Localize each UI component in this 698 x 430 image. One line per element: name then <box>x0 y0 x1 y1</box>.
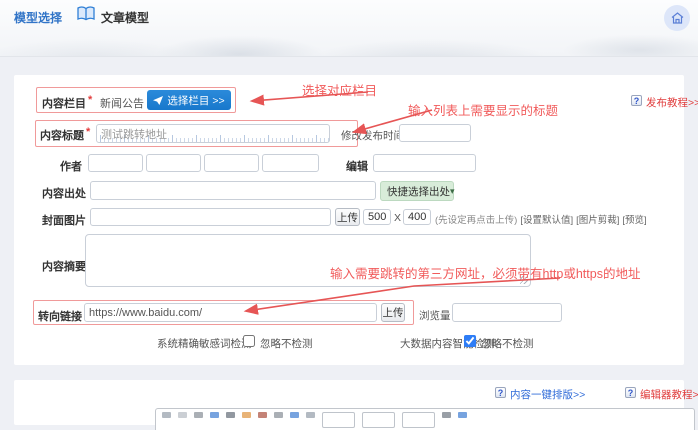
redirect-label: 转向链接 <box>38 308 82 324</box>
select-column-button[interactable]: 选择栏目 >> <box>147 90 231 110</box>
toolbar-dropdown[interactable] <box>402 412 435 428</box>
title-input[interactable] <box>96 124 330 143</box>
author-input-2[interactable] <box>146 154 201 172</box>
quick-source-select[interactable]: 快捷选择出处 ▾ <box>380 181 454 201</box>
views-label: 浏览量 <box>419 308 451 323</box>
book-icon <box>77 6 95 22</box>
home-button[interactable] <box>664 5 690 31</box>
toolbar-icon-fragment[interactable] <box>226 412 235 418</box>
question-icon: ? <box>495 387 506 398</box>
title-annotation: 输入列表上需要显示的标题 <box>408 100 558 119</box>
redirect-upload-button[interactable]: 上传 <box>381 303 405 322</box>
set-default-link[interactable]: [设置默认值] <box>520 215 573 226</box>
tab-model-select[interactable]: 模型选择 <box>14 9 62 26</box>
toolbar-icon-fragment[interactable] <box>242 412 251 418</box>
tab-article-model[interactable]: 文章模型 <box>101 9 149 26</box>
cover-hint: (先设定再点击上传)[设置默认值][图片剪裁][预览] <box>435 212 647 226</box>
bigdata-ignore-checkbox[interactable] <box>464 335 476 347</box>
toolbar-icon-fragment[interactable] <box>210 412 219 418</box>
toolbar-icon-fragment[interactable] <box>178 412 187 418</box>
one-click-format-link[interactable]: 内容一键排版>> <box>510 387 585 402</box>
redirect-annotation: 输入需要跳转的第三方网址，必须带有http或https的地址 <box>330 263 640 282</box>
author-input-4[interactable] <box>262 154 319 172</box>
top-header: 模型选择 文章模型 <box>0 0 698 57</box>
question-icon: ? <box>631 95 642 106</box>
publish-time-label: 修改发布时间: <box>341 128 407 143</box>
title-label: 内容标题 <box>40 127 84 143</box>
views-input[interactable] <box>452 303 562 322</box>
cover-input[interactable] <box>90 208 331 226</box>
image-crop-link[interactable]: [图片剪裁] <box>576 215 619 226</box>
sensitive-check-label: 系统精确敏感词检测: <box>157 336 254 351</box>
toolbar-icon-fragment[interactable] <box>194 412 203 418</box>
source-label: 内容出处 <box>30 185 86 201</box>
cover-height-input[interactable] <box>403 209 431 225</box>
summary-label: 内容摘要 <box>30 258 86 274</box>
sensitive-ignore-checkbox[interactable] <box>243 335 255 347</box>
editor-toolbar[interactable] <box>155 408 695 430</box>
toolbar-dropdown[interactable] <box>322 412 355 428</box>
cover-label: 封面图片 <box>30 212 86 228</box>
cover-hint-text: (先设定再点击上传) <box>435 215 517 226</box>
editor-label: 编辑 <box>332 158 368 174</box>
toolbar-icon-fragment[interactable] <box>290 412 299 418</box>
toolbar-icon-fragment[interactable] <box>258 412 267 418</box>
toolbar-icon-fragment[interactable] <box>162 412 171 418</box>
publish-time-input[interactable] <box>399 124 471 142</box>
toolbar-icon-fragment[interactable] <box>306 412 315 418</box>
home-icon <box>671 12 684 24</box>
required-asterisk: * <box>86 126 90 138</box>
author-input-3[interactable] <box>204 154 259 172</box>
size-separator: X <box>394 212 401 224</box>
editor-input[interactable] <box>373 154 476 172</box>
quick-source-label: 快捷选择出处 <box>387 184 450 199</box>
bigdata-ignore-label: 忽略不检测 <box>481 336 534 351</box>
chevron-down-icon: ▾ <box>450 186 455 197</box>
cover-width-input[interactable] <box>363 209 391 225</box>
select-column-label: 选择栏目 >> <box>167 93 224 108</box>
send-icon <box>153 96 163 105</box>
author-label: 作者 <box>30 158 82 174</box>
editor-tutorial-link[interactable]: 编辑器教程>> <box>640 387 698 402</box>
preview-link[interactable]: [预览] <box>622 215 646 226</box>
column-annotation: 选择对应栏目 <box>302 80 377 99</box>
author-input-1[interactable] <box>88 154 143 172</box>
source-input[interactable] <box>90 181 376 200</box>
column-label: 内容栏目 <box>42 95 86 111</box>
publish-tutorial-link[interactable]: 发布教程>> <box>646 95 698 110</box>
sensitive-ignore-label: 忽略不检测 <box>260 336 313 351</box>
toolbar-icon-fragment[interactable] <box>458 412 467 418</box>
cover-upload-button[interactable]: 上传 <box>335 208 360 226</box>
required-asterisk: * <box>88 94 92 106</box>
toolbar-dropdown[interactable] <box>362 412 395 428</box>
question-icon: ? <box>625 387 636 398</box>
redirect-input[interactable] <box>84 303 377 322</box>
toolbar-icon-fragment[interactable] <box>442 412 451 418</box>
toolbar-icon-fragment[interactable] <box>274 412 283 418</box>
